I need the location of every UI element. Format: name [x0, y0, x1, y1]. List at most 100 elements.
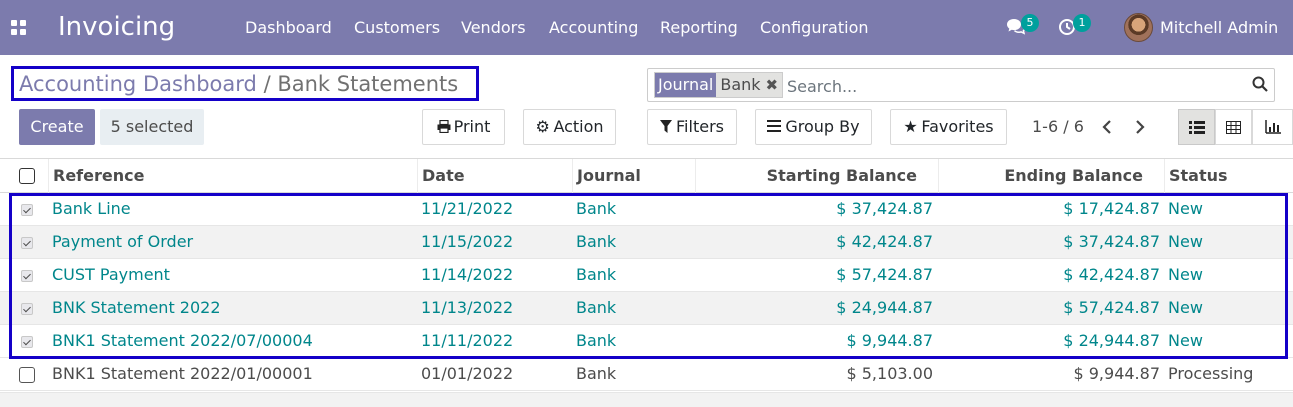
cell-journal: Bank	[576, 298, 617, 317]
select-all-checkbox[interactable]	[19, 168, 35, 184]
cell-date: 11/14/2022	[421, 265, 514, 284]
menu-accounting[interactable]: Accounting	[549, 17, 638, 39]
menu-configuration[interactable]: Configuration	[760, 17, 869, 39]
action-button[interactable]: ⚙ Action	[523, 109, 616, 145]
cell-ending-balance: $ 9,944.87	[1073, 364, 1160, 383]
create-button[interactable]: Create	[19, 109, 95, 145]
group-by-button[interactable]: Group By	[755, 109, 872, 145]
filters-button[interactable]: Filters	[647, 109, 737, 145]
bar-chart-icon	[1264, 120, 1281, 134]
activities-count-badge: 1	[1073, 14, 1091, 32]
cell-ending-balance: $ 37,424.87	[1063, 232, 1160, 251]
breadcrumb-separator: /	[263, 72, 271, 96]
top-navbar: Invoicing Dashboard Customers Vendors Ac…	[0, 0, 1293, 55]
pager-next-icon[interactable]	[1133, 117, 1147, 137]
table-row[interactable]: BNK1 Statement 2022/01/00001 01/01/2022 Ba…	[0, 358, 1293, 391]
cell-reference: BNK1 Statement 2022/01/00001	[52, 364, 313, 383]
cell-date: 01/01/2022	[421, 364, 514, 383]
group-by-label: Group By	[785, 117, 860, 136]
group-by-icon	[767, 120, 782, 132]
cell-status: New	[1168, 265, 1203, 284]
facet-label: Journal	[655, 73, 717, 97]
cell-status: New	[1168, 331, 1203, 350]
cell-starting-balance: $ 57,424.87	[836, 265, 933, 284]
column-date[interactable]: Date	[417, 159, 573, 193]
column-status[interactable]: Status	[1164, 159, 1293, 193]
menu-customers[interactable]: Customers	[354, 17, 440, 39]
messages-count-badge: 5	[1021, 14, 1039, 32]
cell-date: 11/13/2022	[421, 298, 514, 317]
pager-previous-icon[interactable]	[1100, 117, 1114, 137]
cell-starting-balance: $ 24,944.87	[836, 298, 933, 317]
menu-vendors[interactable]: Vendors	[461, 17, 526, 39]
cell-journal: Bank	[576, 232, 617, 251]
table-row[interactable]: Bank Line 11/21/2022 Bank $ 37,424.87 $ 17,4…	[0, 193, 1293, 226]
cell-status: New	[1168, 199, 1203, 218]
table-row[interactable]: CUST Payment 11/14/2022 Bank $ 57,424.87 $ 4…	[0, 259, 1293, 292]
table-row[interactable]: BNK1 Statement 2022/07/00004 11/11/2022 Ba…	[0, 325, 1293, 358]
print-label: Print	[453, 117, 491, 136]
table-row[interactable]: Payment of Order 11/15/2022 Bank $ 42,424.8…	[0, 226, 1293, 259]
column-reference[interactable]: Reference	[48, 159, 418, 193]
pivot-view-button[interactable]	[1215, 109, 1252, 145]
search-input[interactable]	[787, 74, 1227, 98]
cell-journal: Bank	[576, 364, 617, 383]
row-checkbox[interactable]	[21, 237, 33, 249]
row-checkbox[interactable]	[21, 204, 33, 216]
cell-starting-balance: $ 9,944.87	[846, 331, 933, 350]
facet-remove-icon[interactable]: ✖	[766, 73, 779, 97]
printer-icon	[437, 119, 451, 134]
cell-ending-balance: $ 57,424.87	[1063, 298, 1160, 317]
user-avatar[interactable]	[1124, 13, 1153, 42]
table-header: Reference Date Journal Starting Balance …	[0, 158, 1293, 193]
cell-status: New	[1168, 232, 1203, 251]
selected-count: 5 selected	[100, 109, 204, 145]
user-name[interactable]: Mitchell Admin	[1160, 17, 1278, 39]
pager-value[interactable]: 1-6 / 6	[1032, 116, 1084, 138]
cell-ending-balance: $ 17,424.87	[1063, 199, 1160, 218]
favorites-button[interactable]: ★ Favorites	[890, 109, 1007, 145]
list-view-button[interactable]	[1178, 109, 1215, 145]
row-checkbox[interactable]	[19, 367, 35, 383]
apps-menu-icon[interactable]	[11, 20, 27, 36]
row-checkbox[interactable]	[21, 270, 33, 282]
row-checkbox[interactable]	[21, 303, 33, 315]
cell-reference: Bank Line	[52, 199, 131, 218]
menu-dashboard[interactable]: Dashboard	[245, 17, 332, 39]
facet-value-wrap: Bank ✖	[716, 73, 783, 97]
print-button[interactable]: Print	[422, 109, 505, 145]
cell-starting-balance: $ 37,424.87	[836, 199, 933, 218]
cell-status: New	[1168, 298, 1203, 317]
facet-value: Bank	[720, 75, 761, 94]
cell-reference: CUST Payment	[52, 265, 170, 284]
search-facet-journal: Journal Bank ✖	[654, 72, 784, 98]
action-label: Action	[553, 117, 604, 136]
cell-reference: BNK1 Statement 2022/07/00004	[52, 331, 313, 350]
column-starting-balance[interactable]: Starting Balance	[695, 159, 939, 193]
cell-journal: Bank	[576, 265, 617, 284]
cell-starting-balance: $ 42,424.87	[836, 232, 933, 251]
cell-reference: BNK Statement 2022	[52, 298, 221, 317]
gear-icon: ⚙	[535, 117, 550, 136]
cell-date: 11/21/2022	[421, 199, 514, 218]
graph-view-button[interactable]	[1252, 109, 1293, 145]
search-icon[interactable]	[1252, 76, 1268, 92]
cell-date: 11/11/2022	[421, 331, 514, 350]
table-row[interactable]: BNK Statement 2022 11/13/2022 Bank $ 24,944…	[0, 292, 1293, 325]
star-icon: ★	[903, 117, 918, 136]
filter-icon	[660, 120, 673, 133]
cell-ending-balance: $ 24,944.87	[1063, 331, 1160, 350]
cell-reference: Payment of Order	[52, 232, 194, 251]
column-journal[interactable]: Journal	[572, 159, 696, 193]
breadcrumb-current: Bank Statements	[277, 72, 459, 96]
cell-status: Processing	[1168, 364, 1254, 383]
table-grid-icon	[1226, 120, 1241, 134]
cell-date: 11/15/2022	[421, 232, 514, 251]
cell-ending-balance: $ 42,424.87	[1063, 265, 1160, 284]
breadcrumb-parent-link[interactable]: Accounting Dashboard	[19, 72, 257, 96]
app-name[interactable]: Invoicing	[58, 10, 175, 44]
row-checkbox[interactable]	[21, 336, 33, 348]
column-ending-balance[interactable]: Ending Balance	[938, 159, 1165, 193]
breadcrumb: Accounting Dashboard / Bank Statements	[19, 70, 458, 98]
menu-reporting[interactable]: Reporting	[660, 17, 738, 39]
